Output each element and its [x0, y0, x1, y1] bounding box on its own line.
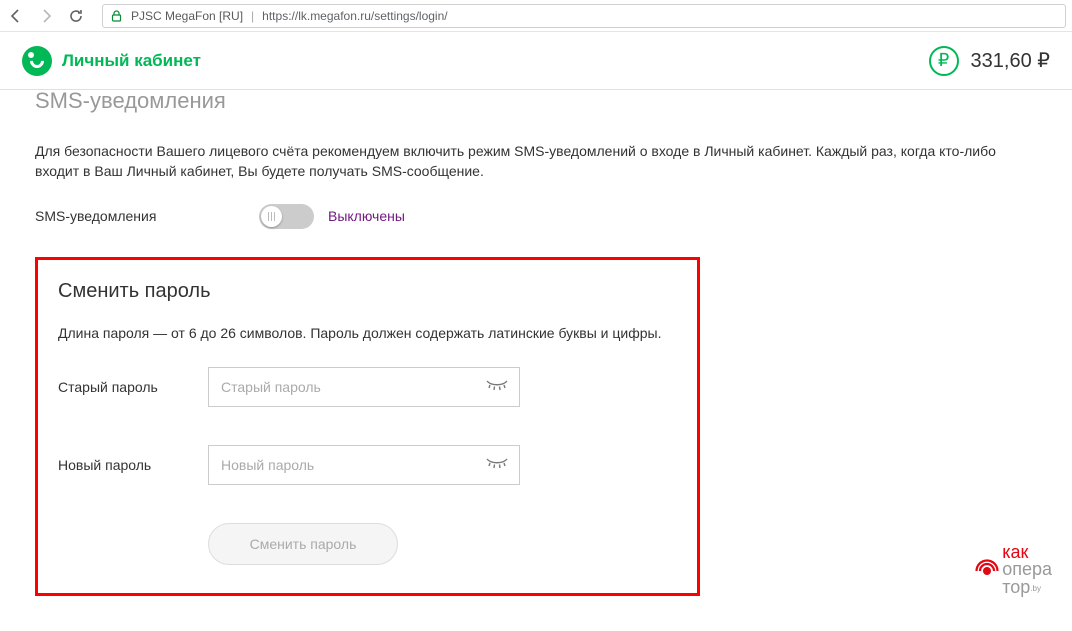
megafon-logo-icon [22, 46, 52, 76]
new-password-label: Новый пароль [58, 457, 208, 473]
ruble-icon: ₽ [929, 46, 959, 76]
password-requirements: Длина пароля — от 6 до 26 символов. Паро… [58, 325, 677, 341]
sms-info-text: Для безопасности Вашего лицевого счёта р… [35, 141, 1035, 182]
eye-icon[interactable] [486, 458, 508, 472]
sms-toggle[interactable] [259, 204, 314, 229]
watermark-line3: тор [1002, 577, 1030, 597]
watermark-icon [974, 558, 1000, 584]
new-password-input[interactable] [208, 445, 520, 485]
watermark: как опера тор.by [974, 544, 1052, 595]
balance-value: 331,60 ₽ [971, 48, 1050, 73]
change-password-section: Сменить пароль Длина пароля — от 6 до 26… [35, 257, 700, 596]
browser-toolbar: PJSC MegaFon [RU] | https://lk.megafon.r… [0, 0, 1072, 32]
url-separator: | [251, 9, 254, 23]
sms-toggle-status: Выключены [328, 208, 405, 224]
logo-area[interactable]: Личный кабинет [22, 46, 201, 76]
cert-name: PJSC MegaFon [RU] [131, 9, 243, 23]
page-header: Личный кабинет ₽ 331,60 ₽ [0, 32, 1072, 90]
watermark-suffix: .by [1030, 584, 1041, 593]
old-password-input[interactable] [208, 367, 520, 407]
reload-button[interactable] [66, 6, 86, 26]
logo-text: Личный кабинет [62, 51, 201, 71]
eye-icon[interactable] [486, 380, 508, 394]
sms-toggle-label: SMS-уведомления [35, 208, 245, 224]
address-bar[interactable]: PJSC MegaFon [RU] | https://lk.megafon.r… [102, 4, 1066, 28]
change-password-button[interactable]: Сменить пароль [208, 523, 398, 565]
forward-button[interactable] [36, 6, 56, 26]
url-text: https://lk.megafon.ru/settings/login/ [262, 9, 447, 23]
old-password-label: Старый пароль [58, 379, 208, 395]
sms-section-title: SMS-уведомления [35, 88, 1037, 114]
balance-area[interactable]: ₽ 331,60 ₽ [929, 46, 1050, 76]
back-button[interactable] [6, 6, 26, 26]
toggle-knob-icon [261, 206, 282, 227]
change-password-title: Сменить пароль [58, 280, 677, 303]
lock-icon [111, 10, 123, 22]
